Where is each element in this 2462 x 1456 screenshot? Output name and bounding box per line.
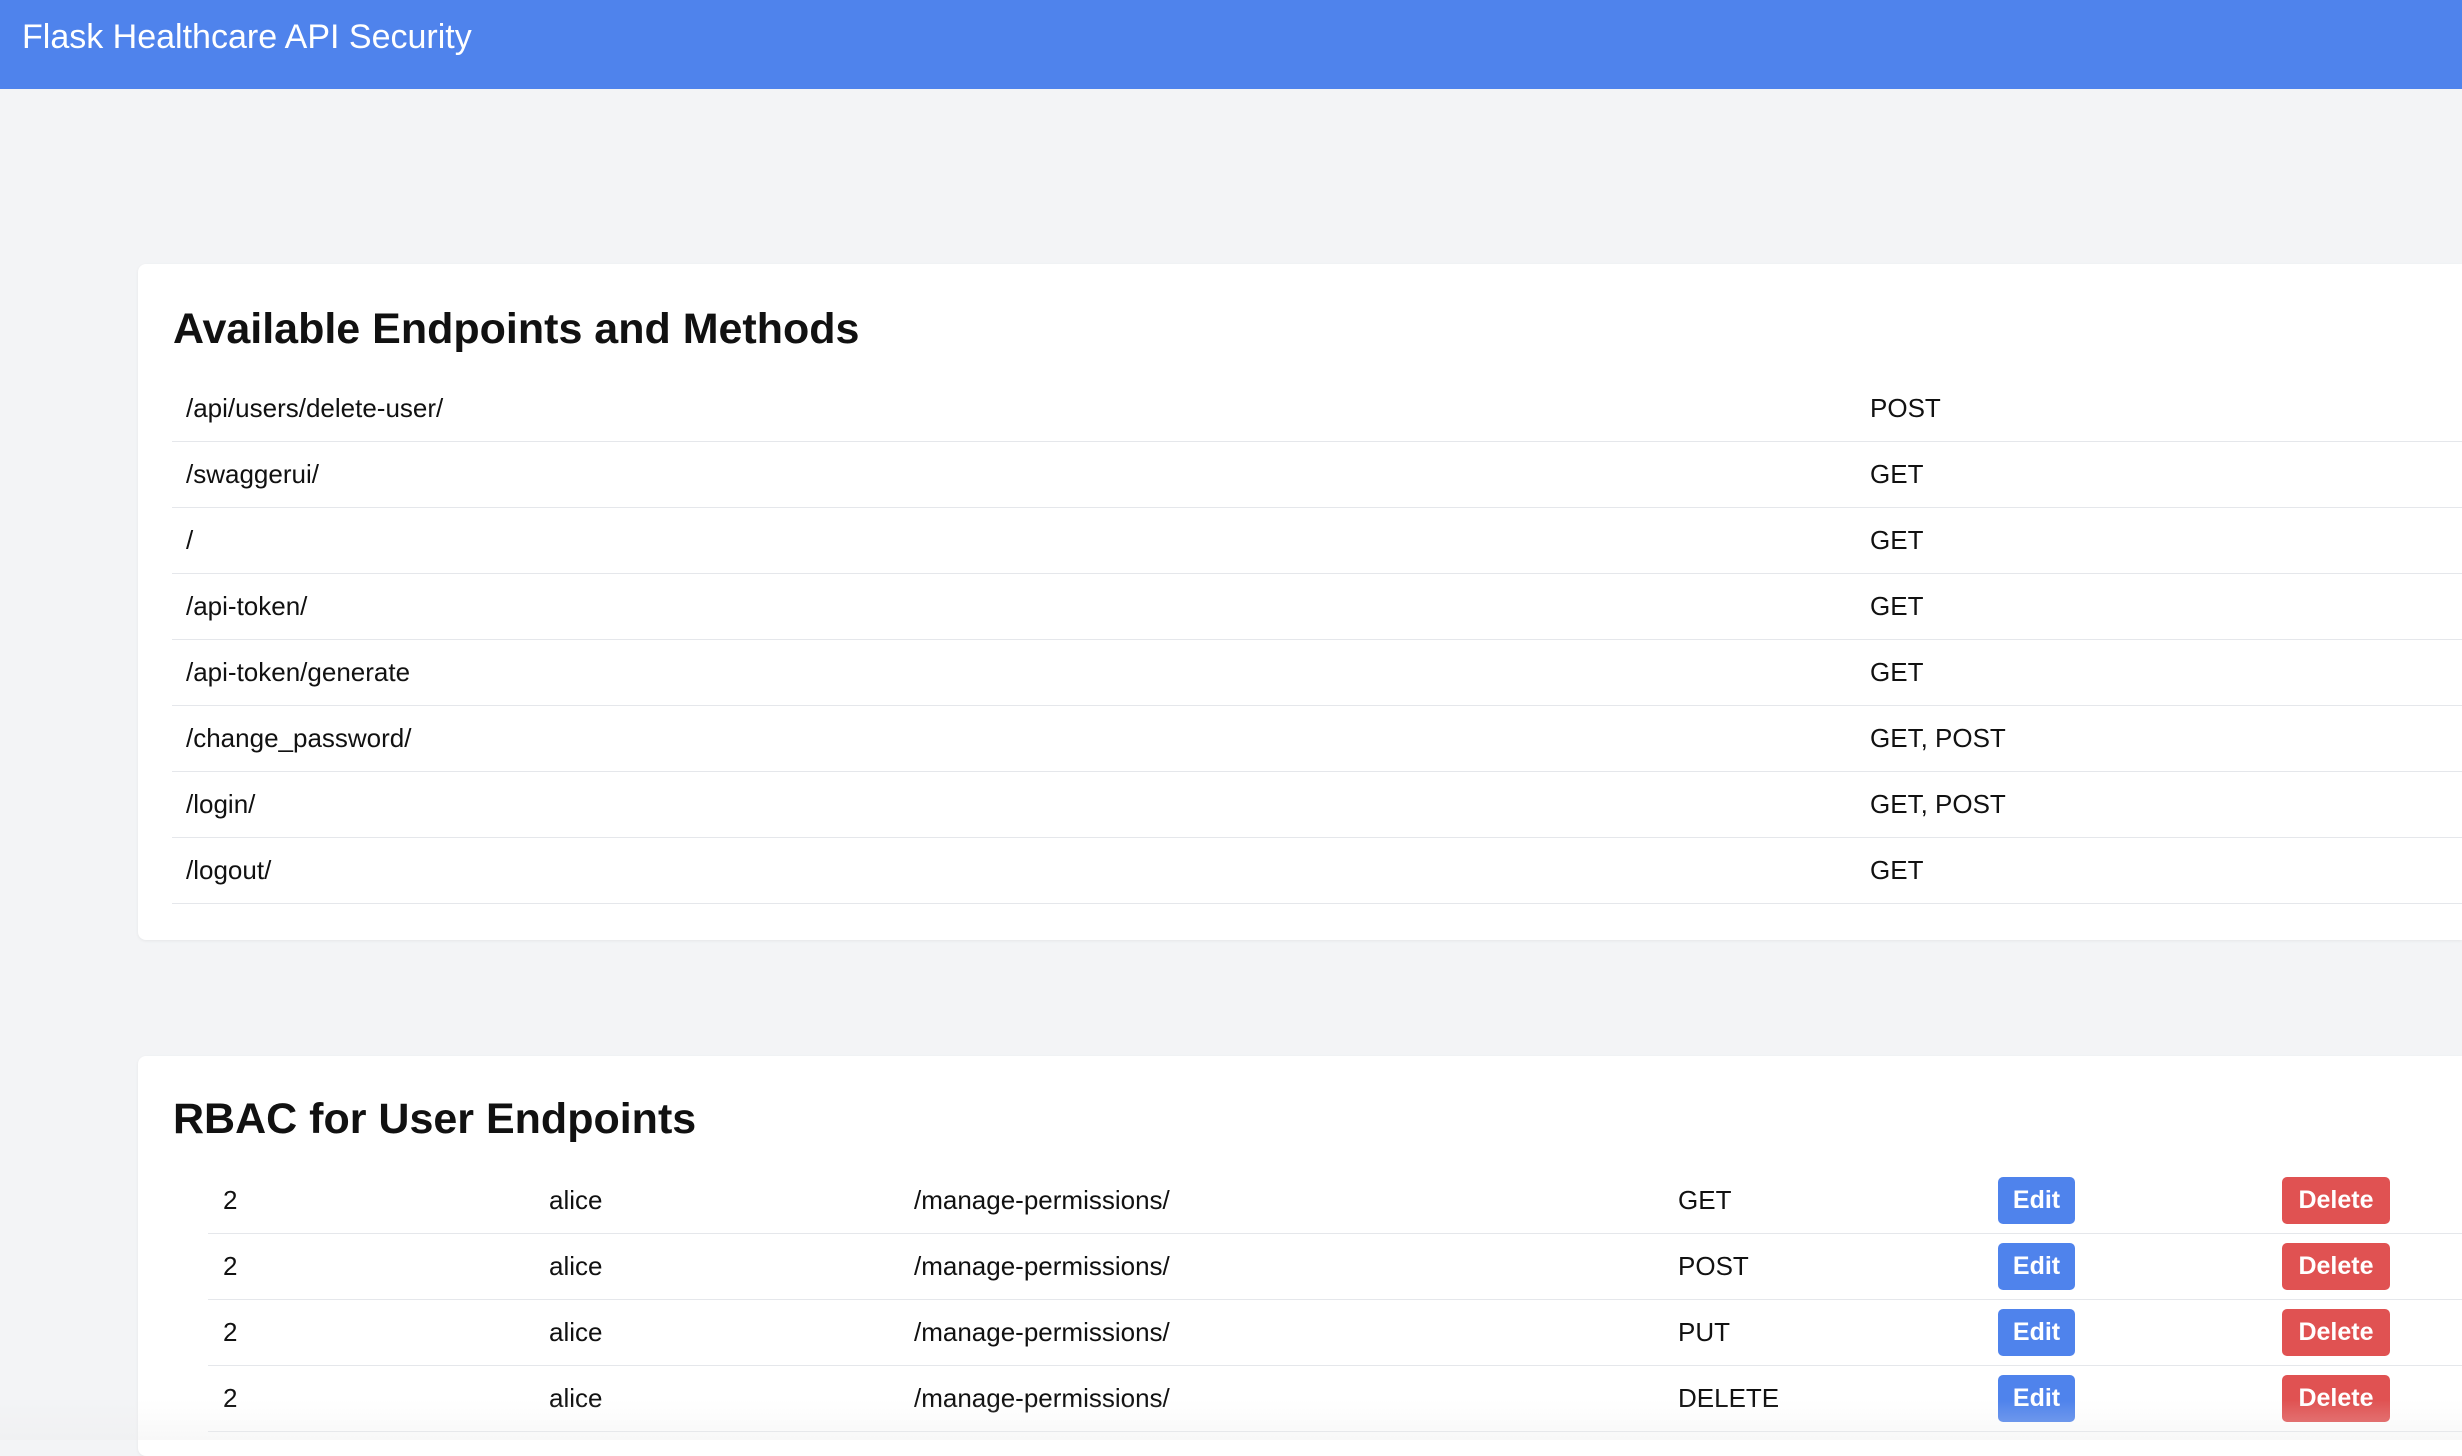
- endpoints-card: Available Endpoints and Methods /api/use…: [138, 264, 2462, 940]
- endpoint-row: /swaggerui/ GET: [172, 442, 2462, 508]
- delete-button[interactable]: Delete: [2282, 1177, 2390, 1224]
- endpoint-methods: GET: [1870, 459, 1924, 489]
- rbac-id: 2: [223, 1317, 238, 1347]
- endpoint-row: /api-token/ GET: [172, 574, 2462, 640]
- edit-button[interactable]: Edit: [1998, 1309, 2075, 1356]
- rbac-user: alice: [549, 1185, 603, 1215]
- rbac-user: alice: [549, 1383, 603, 1413]
- endpoint-path: /: [186, 525, 194, 555]
- delete-button[interactable]: Delete: [2282, 1375, 2390, 1422]
- endpoint-methods: GET, POST: [1870, 723, 2006, 753]
- endpoint-row: /api-token/generate GET: [172, 640, 2462, 706]
- endpoint-path: /api/users/delete-user/: [186, 393, 444, 423]
- rbac-id: 2: [223, 1383, 238, 1413]
- endpoint-methods: GET: [1870, 591, 1924, 621]
- endpoint-row: /change_password/ GET, POST: [172, 706, 2462, 772]
- rbac-method: GET: [1678, 1185, 1732, 1215]
- endpoint-methods: POST: [1870, 393, 1941, 423]
- endpoint-row: / GET: [172, 508, 2462, 574]
- delete-button[interactable]: Delete: [2282, 1309, 2390, 1356]
- endpoint-row: /logout/ GET: [172, 838, 2462, 904]
- endpoint-path: /change_password/: [186, 723, 412, 753]
- endpoint-methods: GET: [1870, 657, 1924, 687]
- rbac-row: 2 alice /manage-permissions/ PUT Edit De…: [208, 1300, 2462, 1366]
- rbac-card: RBAC for User Endpoints 2 alice /manage-…: [138, 1056, 2462, 1456]
- edit-button[interactable]: Edit: [1998, 1375, 2075, 1422]
- endpoint-path: /logout/: [186, 855, 272, 885]
- rbac-endpoint: /manage-permissions/: [914, 1317, 1170, 1347]
- rbac-row: 2 alice /manage-permissions/ DELETE Edit…: [208, 1366, 2462, 1432]
- endpoint-row: /api/users/delete-user/ POST: [172, 376, 2462, 442]
- endpoint-methods: GET: [1870, 855, 1924, 885]
- edit-button[interactable]: Edit: [1998, 1177, 2075, 1224]
- endpoint-row: /login/ GET, POST: [172, 772, 2462, 838]
- endpoint-path: /api-token/: [186, 591, 308, 621]
- rbac-row: 2 alice /manage-permissions/ POST Edit D…: [208, 1234, 2462, 1300]
- rbac-user: alice: [549, 1251, 603, 1281]
- rbac-method: DELETE: [1678, 1383, 1780, 1413]
- rbac-endpoint: /manage-permissions/: [914, 1185, 1170, 1215]
- endpoint-methods: GET, POST: [1870, 789, 2006, 819]
- endpoints-heading: Available Endpoints and Methods: [173, 305, 860, 353]
- edit-button[interactable]: Edit: [1998, 1243, 2075, 1290]
- rbac-user: alice: [549, 1317, 603, 1347]
- rbac-method: PUT: [1678, 1317, 1730, 1347]
- top-navbar: Flask Healthcare API Security: [0, 0, 2462, 89]
- rbac-id: 2: [223, 1251, 238, 1281]
- rbac-endpoint: /manage-permissions/: [914, 1251, 1170, 1281]
- rbac-row: 2 alice /manage-permissions/ GET Edit De…: [208, 1168, 2462, 1234]
- app-title[interactable]: Flask Healthcare API Security: [22, 17, 472, 57]
- rbac-heading: RBAC for User Endpoints: [173, 1095, 697, 1143]
- delete-button[interactable]: Delete: [2282, 1243, 2390, 1290]
- rbac-method: POST: [1678, 1251, 1749, 1281]
- endpoint-methods: GET: [1870, 525, 1924, 555]
- rbac-id: 2: [223, 1185, 238, 1215]
- rbac-endpoint: /manage-permissions/: [914, 1383, 1170, 1413]
- endpoint-path: /api-token/generate: [186, 657, 411, 687]
- endpoint-path: /login/: [186, 789, 256, 819]
- endpoint-path: /swaggerui/: [186, 459, 319, 489]
